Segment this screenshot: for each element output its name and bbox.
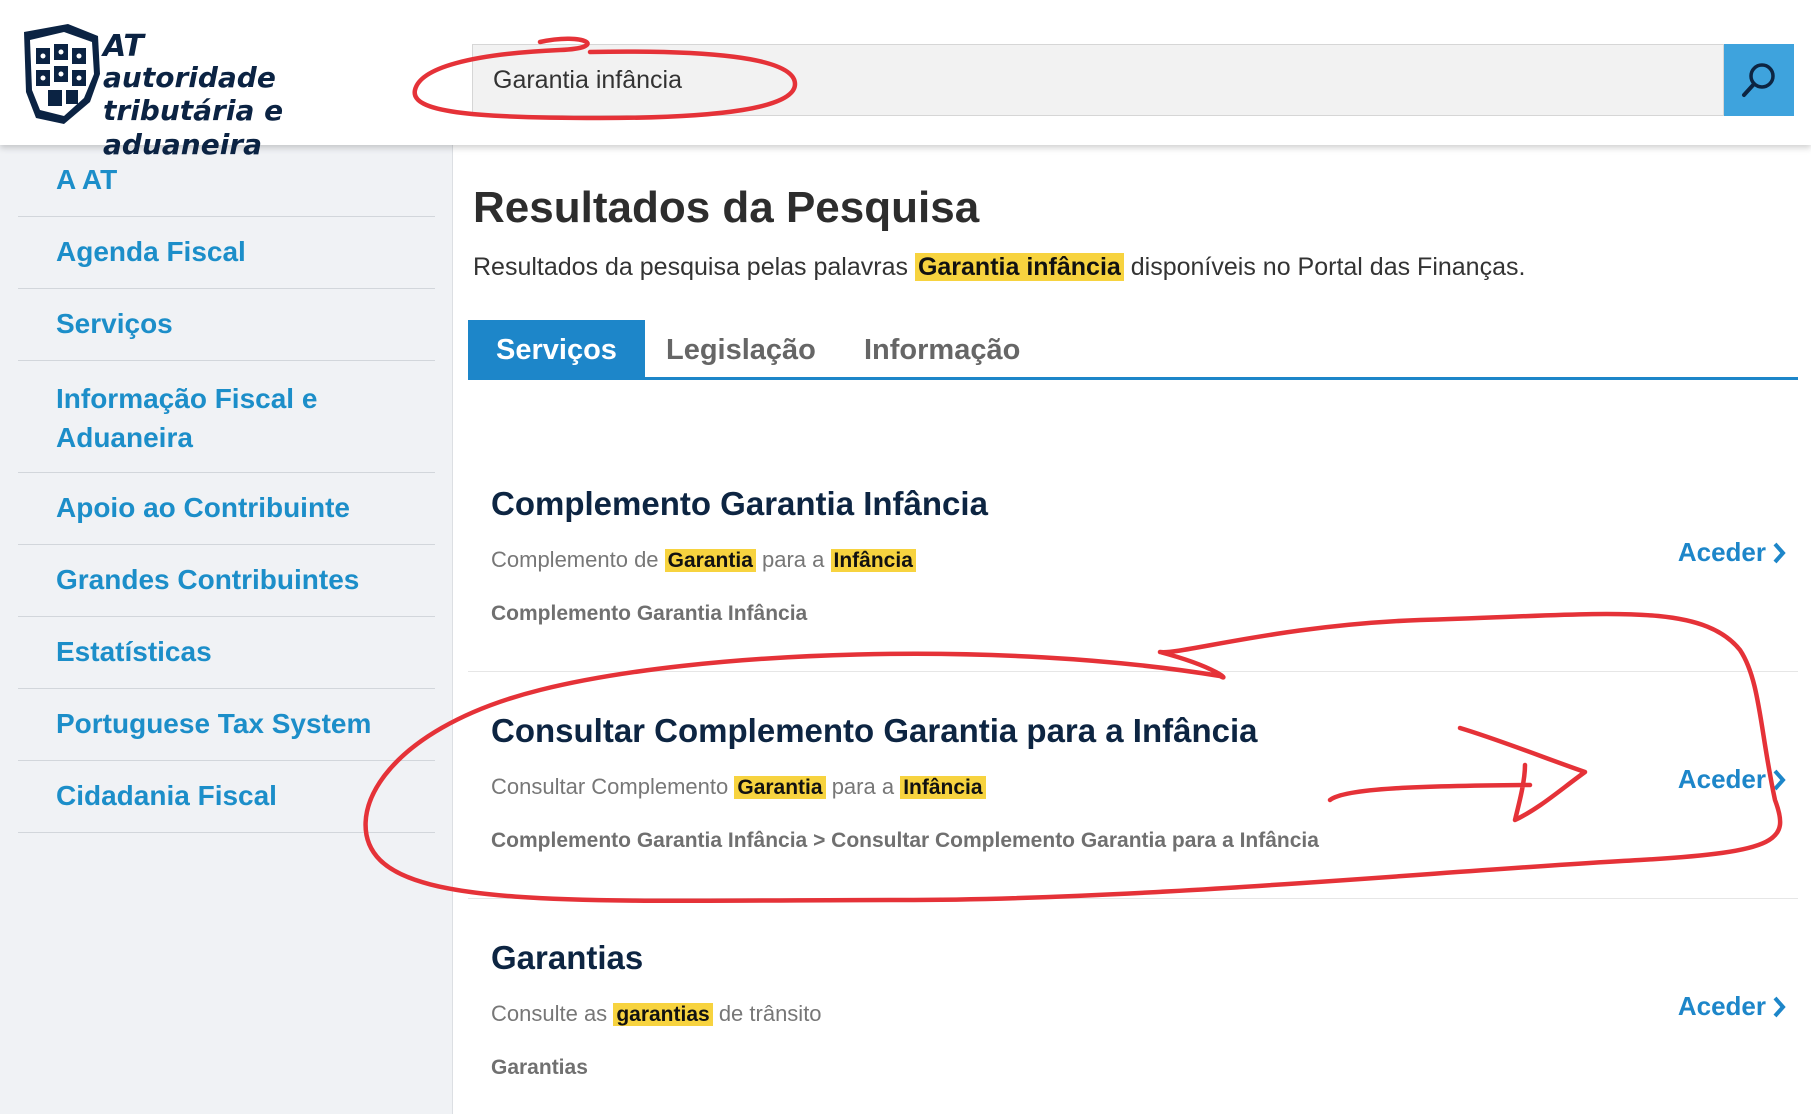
sidebar-item-label: Grandes Contribuintes	[56, 564, 360, 595]
result-desc-text: para a	[831, 774, 895, 799]
aceder-label: Aceder	[1677, 764, 1766, 794]
sidebar-item-apoio-contribuinte[interactable]: Apoio ao Contribuinte	[18, 473, 435, 545]
sidebar-item-portuguese-tax-system[interactable]: Portuguese Tax System	[18, 689, 435, 761]
result-breadcrumb: Complemento Garantia Infância > Consulta…	[491, 829, 1319, 852]
result-desc-highlight: Infância	[830, 549, 916, 572]
sidebar-item-label: Apoio ao Contribuinte	[56, 492, 350, 523]
sidebar-item-cidadania-fiscal[interactable]: Cidadania Fiscal	[18, 761, 435, 833]
page-subtitle: Resultados da pesquisa pelas palavras Ga…	[473, 253, 1525, 282]
search-input[interactable]	[473, 45, 1723, 115]
result-title[interactable]: Garantias	[491, 939, 643, 977]
chevron-right-icon	[1773, 542, 1786, 563]
shield-emblem-icon	[24, 24, 100, 124]
aceder-label: Aceder	[1677, 537, 1766, 567]
result-title[interactable]: Complemento Garantia Infância	[491, 485, 988, 523]
sidebar-item-label: Portuguese Tax System	[56, 708, 372, 739]
aceder-link[interactable]: Aceder	[1678, 991, 1786, 1022]
logo-line-1: autoridade	[103, 61, 276, 94]
logo-abbr: AT	[103, 29, 144, 64]
sidebar-item-servicos[interactable]: Serviços	[18, 289, 435, 361]
sidebar-item-label: Agenda Fiscal	[56, 236, 246, 267]
tab-informacao[interactable]: Informação	[864, 320, 1020, 380]
result-item: Complemento Garantia Infância Complement…	[468, 445, 1798, 672]
result-breadcrumb: Garantias	[491, 1056, 588, 1079]
subtitle-keywords-highlight: Garantia infância	[914, 253, 1124, 281]
search-button[interactable]	[1724, 44, 1794, 116]
aceder-link[interactable]: Aceder	[1678, 537, 1786, 568]
result-desc-highlight: Garantia	[664, 549, 756, 572]
result-desc-text: de trânsito	[718, 1001, 822, 1026]
sidebar-item-estatisticas[interactable]: Estatísticas	[18, 617, 435, 689]
logo-wordmark: AT autoridade tributária e aduaneira	[103, 32, 420, 162]
sidebar-item-label-line-1: Informação Fiscal e	[56, 383, 318, 414]
result-desc-highlight: Infância	[900, 776, 986, 799]
result-description: Complemento de Garantia para a Infância	[491, 547, 916, 573]
result-desc-text: Complemento de	[491, 547, 659, 572]
main-content: Resultados da Pesquisa Resultados da pes…	[453, 145, 1811, 1114]
tab-servicos[interactable]: Serviços	[468, 320, 645, 380]
site-header: AT autoridade tributária e aduaneira	[0, 0, 1811, 161]
logo-line-2: tributária e aduaneira	[103, 94, 284, 161]
result-desc-text: Consultar Complemento	[491, 774, 729, 799]
chevron-right-icon	[1773, 769, 1786, 790]
aceder-link[interactable]: Aceder	[1678, 764, 1786, 795]
result-description: Consulte as garantias de trânsito	[491, 1001, 822, 1027]
sidebar-item-label: Estatísticas	[56, 636, 212, 667]
result-desc-highlight: garantias	[613, 1003, 713, 1026]
sidebar-item-label: A AT	[56, 164, 118, 195]
sidebar: A AT Agenda Fiscal Serviços Informação F…	[0, 145, 453, 1114]
sidebar-item-label: Cidadania Fiscal	[56, 780, 277, 811]
at-logo[interactable]: AT autoridade tributária e aduaneira	[20, 20, 420, 161]
result-title[interactable]: Consultar Complemento Garantia para a In…	[491, 712, 1258, 750]
result-breadcrumb: Complemento Garantia Infância	[491, 602, 808, 625]
result-desc-highlight: Garantia	[734, 776, 826, 799]
result-item: Consultar Complemento Garantia para a In…	[468, 672, 1798, 899]
result-tabs: Serviços Legislação Informação	[468, 320, 1798, 380]
chevron-right-icon	[1773, 996, 1786, 1017]
result-desc-text: para a	[762, 547, 825, 572]
search-box	[472, 44, 1724, 116]
sidebar-item-informacao-fiscal[interactable]: Informação Fiscal e Aduaneira	[18, 361, 435, 473]
result-desc-text: Consulte as	[491, 1001, 608, 1026]
subtitle-text-before: Resultados da pesquisa pelas palavras	[473, 253, 908, 281]
aceder-label: Aceder	[1677, 991, 1766, 1021]
results-list: Complemento Garantia Infância Complement…	[468, 445, 1798, 1114]
sidebar-item-grandes-contribuintes[interactable]: Grandes Contribuintes	[18, 545, 435, 617]
search-icon	[1742, 63, 1775, 97]
result-description: Consultar Complemento Garantia para a In…	[491, 774, 986, 800]
sidebar-item-label: Serviços	[56, 308, 173, 339]
sidebar-item-label-line-2: Aduaneira	[56, 422, 193, 453]
page-title: Resultados da Pesquisa	[473, 183, 980, 232]
sidebar-item-agenda-fiscal[interactable]: Agenda Fiscal	[18, 217, 435, 289]
result-item: Garantias Consulte as garantias de trâns…	[468, 899, 1798, 1114]
sidebar-nav: A AT Agenda Fiscal Serviços Informação F…	[18, 145, 435, 833]
subtitle-text-after: disponíveis no Portal das Finanças.	[1130, 253, 1526, 281]
tab-legislacao[interactable]: Legislação	[666, 320, 816, 380]
